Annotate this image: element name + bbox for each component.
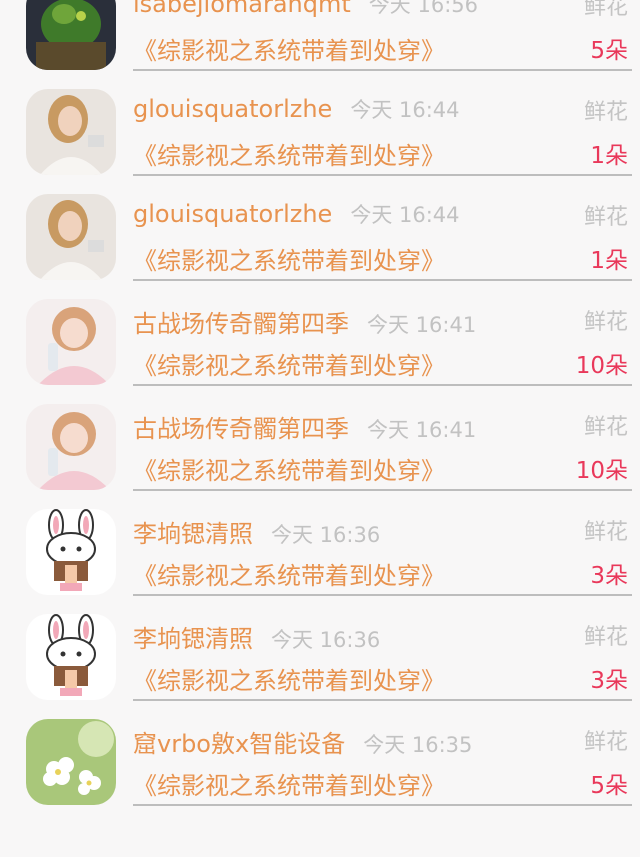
pink-girl-avatar-icon[interactable] [26,299,116,385]
list-item[interactable]: isabejlomaranqmt 今天 16:56 鲜花 《综影视之系统带着到处穿… [0,0,640,71]
list-item[interactable]: 古战场传奇髑第四季 今天 16:41 鲜花 《综影视之系统带着到处穿》 10朵 [0,382,640,491]
username-text[interactable]: glouisquatorlzhe [133,200,332,228]
username[interactable]: 李垧锶清照 今天 16:36 [133,514,380,549]
gift-count: 5朵 [590,773,628,799]
gift-type-label: 鲜花 [583,520,628,545]
timestamp: 今天 16:44 [350,98,460,122]
gift-count: 10朵 [575,353,628,379]
gift-type-label: 鲜花 [583,730,628,755]
book-title[interactable]: 《综影视之系统带着到处穿》 [133,136,445,171]
username-text[interactable]: glouisquatorlzhe [133,95,332,123]
list-item[interactable]: 李垧锶清照 今天 16:36 鲜花 《综影视之系统带着到处穿》 3朵 [0,592,640,701]
list-item[interactable]: glouisquatorlzhe 今天 16:44 鲜花 《综影视之系统带着到处穿… [0,67,640,176]
gift-count: 3朵 [590,668,628,694]
gift-count: 3朵 [590,563,628,589]
username[interactable]: glouisquatorlzhe 今天 16:44 [133,94,460,124]
timestamp: 今天 16:36 [271,628,381,652]
username-text[interactable]: 古战场传奇髑第四季 [133,415,349,443]
bunny-avatar-icon[interactable] [26,509,116,595]
list-item[interactable]: glouisquatorlzhe 今天 16:44 鲜花 《综影视之系统带着到处穿… [0,172,640,281]
book-title[interactable]: 《综影视之系统带着到处穿》 [133,661,445,696]
username-text[interactable]: 古战场传奇髑第四季 [133,310,349,338]
book-title[interactable]: 《综影视之系统带着到处穿》 [133,346,445,381]
gift-count: 5朵 [590,38,628,64]
timestamp: 今天 16:41 [367,418,477,442]
username-text[interactable]: isabejlomaranqmt [133,0,351,18]
gift-record-list: isabejlomaranqmt 今天 16:56 鲜花 《综影视之系统带着到处穿… [0,0,640,806]
gift-type-label: 鲜花 [583,205,628,230]
gift-type-label: 鲜花 [583,415,628,440]
timestamp: 今天 16:56 [368,0,478,17]
book-title[interactable]: 《综影视之系统带着到处穿》 [133,556,445,591]
blonde-woman-avatar-icon[interactable] [26,194,116,280]
green-monster-avatar-icon[interactable] [26,0,116,70]
username-text[interactable]: 窟vrbo敫x智能设备 [133,730,345,758]
gift-type-label: 鲜花 [583,0,628,20]
book-title[interactable]: 《综影视之系统带着到处穿》 [133,31,445,66]
white-flower-avatar-icon[interactable] [26,719,116,805]
username[interactable]: 古战场传奇髑第四季 今天 16:41 [133,304,476,339]
gift-type-label: 鲜花 [583,310,628,335]
gift-count: 10朵 [575,458,628,484]
username[interactable]: glouisquatorlzhe 今天 16:44 [133,199,460,229]
book-title[interactable]: 《综影视之系统带着到处穿》 [133,241,445,276]
username-text[interactable]: 李垧锶清照 [133,625,253,653]
username[interactable]: 李垧锶清照 今天 16:36 [133,619,380,654]
timestamp: 今天 16:36 [271,523,381,547]
timestamp: 今天 16:41 [367,313,477,337]
divider [133,804,632,806]
gift-type-label: 鲜花 [583,625,628,650]
book-title[interactable]: 《综影视之系统带着到处穿》 [133,766,445,801]
bunny-avatar-icon[interactable] [26,614,116,700]
username[interactable]: 窟vrbo敫x智能设备 今天 16:35 [133,724,472,759]
timestamp: 今天 16:44 [350,203,460,227]
gift-count: 1朵 [590,248,628,274]
book-title[interactable]: 《综影视之系统带着到处穿》 [133,451,445,486]
username[interactable]: 古战场传奇髑第四季 今天 16:41 [133,409,476,444]
blonde-woman-avatar-icon[interactable] [26,89,116,175]
username[interactable]: isabejlomaranqmt 今天 16:56 [133,0,478,19]
list-item[interactable]: 古战场传奇髑第四季 今天 16:41 鲜花 《综影视之系统带着到处穿》 10朵 [0,277,640,386]
list-item[interactable]: 李垧锶清照 今天 16:36 鲜花 《综影视之系统带着到处穿》 3朵 [0,487,640,596]
gift-count: 1朵 [590,143,628,169]
gift-type-label: 鲜花 [583,100,628,125]
timestamp: 今天 16:35 [363,733,473,757]
list-item[interactable]: 窟vrbo敫x智能设备 今天 16:35 鲜花 《综影视之系统带着到处穿》 5朵 [0,697,640,806]
pink-girl-avatar-icon[interactable] [26,404,116,490]
username-text[interactable]: 李垧锶清照 [133,520,253,548]
